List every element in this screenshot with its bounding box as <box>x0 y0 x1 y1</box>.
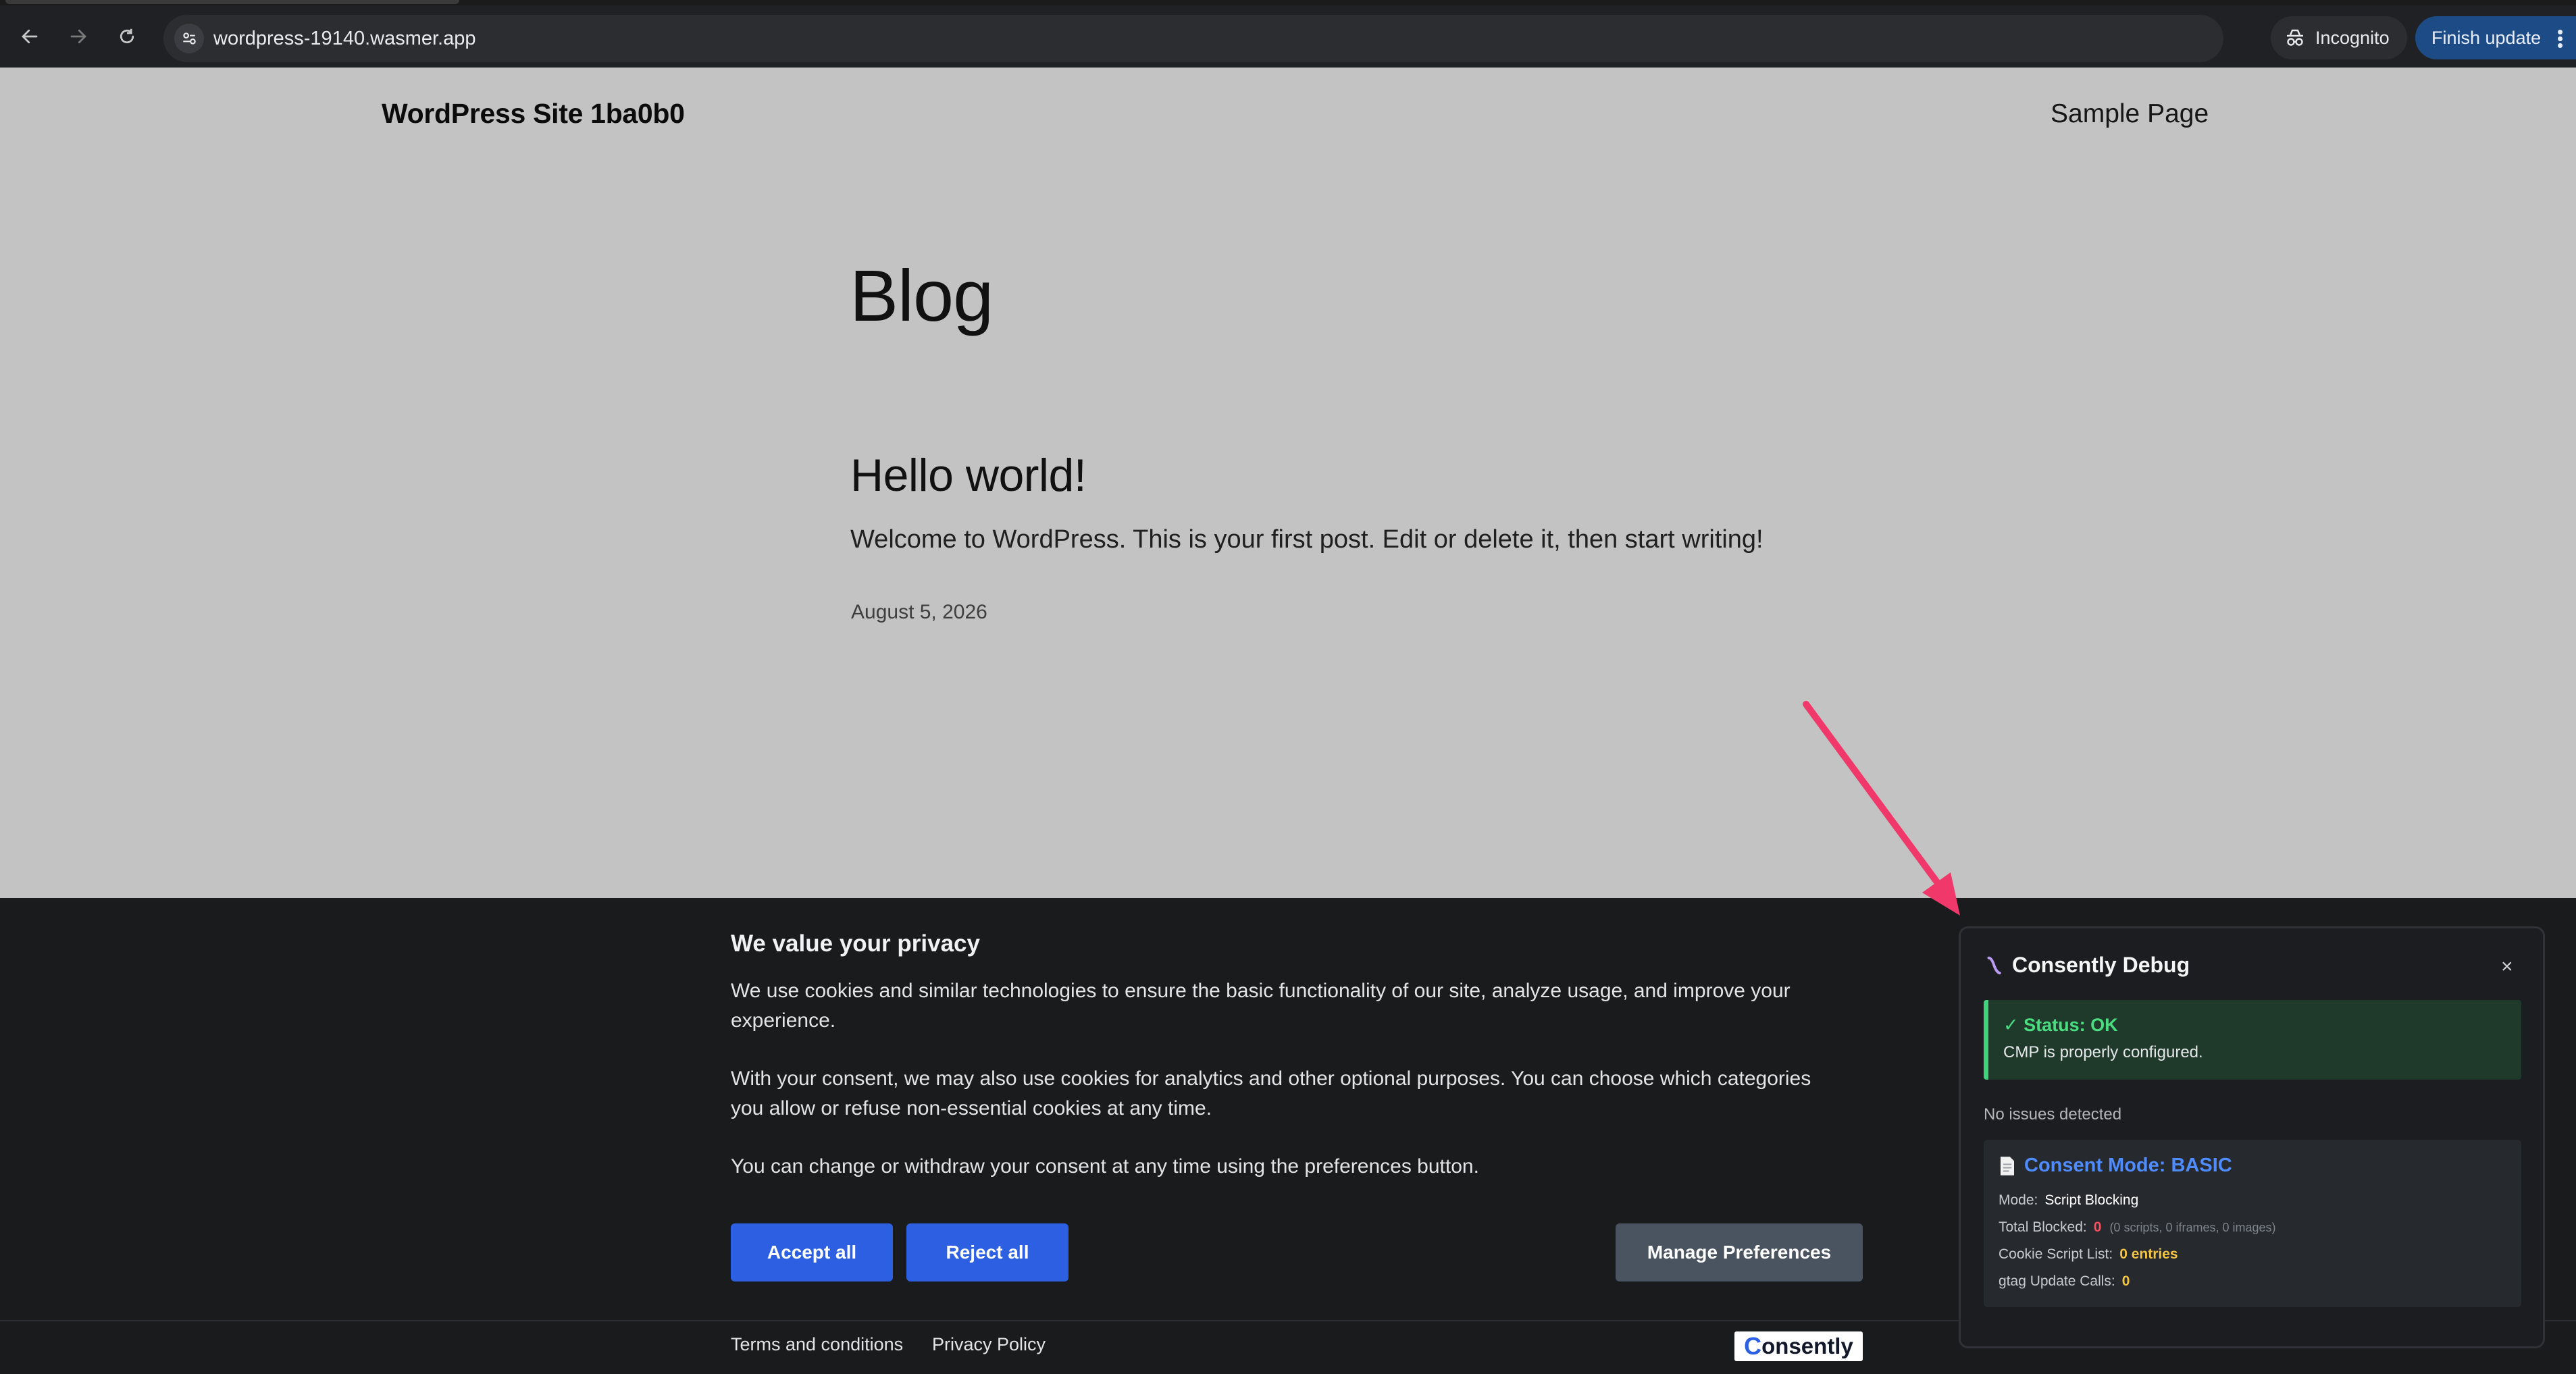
status-title: ✓ Status: OK <box>2003 1015 2118 1035</box>
consent-mode-box: Consent Mode: BASIC Mode: Script Blocking… <box>1984 1140 2521 1307</box>
post-date[interactable]: August 5, 2026 <box>851 601 987 624</box>
banner-paragraph-1: We use cookies and similar technologies … <box>731 980 1791 1032</box>
cookie-list-value: 0 entries <box>2119 1246 2178 1262</box>
gtag-row: gtag Update Calls: 0 <box>1999 1273 2130 1290</box>
tab-strip <box>0 0 2576 5</box>
gtag-value: 0 <box>2121 1273 2130 1289</box>
site-settings-button[interactable] <box>174 24 204 53</box>
reload-icon <box>120 28 134 44</box>
forward-arrow-icon <box>70 29 86 44</box>
post-excerpt: Welcome to WordPress. This is your first… <box>850 525 1763 554</box>
address-bar[interactable]: wordpress-19140.wasmer.app <box>163 15 2389 62</box>
total-blocked-detail: (0 scripts, 0 iframes, 0 images) <box>2109 1221 2276 1234</box>
manage-preferences-button[interactable]: Manage Preferences <box>1616 1223 1863 1281</box>
page-heading: Blog <box>850 255 994 336</box>
debug-title: Consently Debug <box>2012 953 2190 977</box>
mode-value: Script Blocking <box>2044 1192 2139 1208</box>
post-title[interactable]: Hello world! <box>850 449 1087 502</box>
total-blocked-value: 0 <box>2093 1219 2102 1235</box>
debug-title-row: Consently Debug <box>1984 953 2190 978</box>
url-text[interactable]: wordpress-19140.wasmer.app <box>213 28 475 50</box>
site-title[interactable]: WordPress Site 1ba0b0 <box>382 98 685 130</box>
issues-text: No issues detected <box>1984 1105 2122 1124</box>
nav-sample-page[interactable]: Sample Page <box>2051 99 2209 129</box>
consent-mode-title: Consent Mode: BASIC <box>2024 1155 2232 1176</box>
forward-button[interactable] <box>62 20 95 53</box>
privacy-policy-link[interactable]: Privacy Policy <box>932 1334 1046 1355</box>
status-box: ✓ Status: OK CMP is properly configured. <box>1984 1000 2521 1080</box>
consent-mode-title-row: Consent Mode: BASIC <box>1999 1155 2232 1177</box>
finish-update-label: Finish update <box>2431 27 2542 48</box>
total-blocked-row: Total Blocked: 0 (0 scripts, 0 iframes, 0 … <box>1999 1219 2276 1236</box>
reject-all-button[interactable]: Reject all <box>906 1223 1068 1281</box>
active-tab[interactable] <box>5 0 459 4</box>
terms-link[interactable]: Terms and conditions <box>731 1334 903 1355</box>
tune-icon <box>183 32 196 45</box>
finish-update-button[interactable]: Finish update <box>2415 16 2576 59</box>
gtag-label: gtag Update Calls: <box>1999 1273 2115 1289</box>
cookie-list-label: Cookie Script List: <box>1999 1246 2113 1262</box>
cookie-list-row: Cookie Script List: 0 entries <box>1999 1246 2178 1263</box>
consently-debug-panel: Consently Debug × ✓ Status: OK CMP is pr… <box>1959 926 2545 1348</box>
close-icon[interactable]: × <box>2501 955 2513 978</box>
incognito-icon <box>2287 29 2303 46</box>
debug-logo-icon <box>1987 956 2001 974</box>
incognito-indicator[interactable]: Incognito <box>2271 16 2407 59</box>
mode-row: Mode: Script Blocking <box>1999 1192 2138 1209</box>
banner-paragraph-3: You can change or withdraw your consent … <box>731 1155 1479 1178</box>
total-blocked-label: Total Blocked: <box>1999 1219 2087 1235</box>
consently-logo[interactable]: Consently <box>1734 1331 1863 1361</box>
mode-label: Mode: <box>1999 1192 2038 1208</box>
incognito-label: Incognito <box>2315 27 2390 48</box>
banner-title: We value your privacy <box>731 930 980 957</box>
reload-button[interactable] <box>111 20 143 53</box>
back-button[interactable] <box>14 20 46 53</box>
browser-toolbar: wordpress-19140.wasmer.app Incognito Fin… <box>0 5 2576 68</box>
accept-all-button[interactable]: Accept all <box>731 1223 893 1281</box>
browser-menu-icon[interactable]: • • • <box>2557 23 2563 54</box>
banner-paragraph-2: With your consent, we may also use cooki… <box>731 1067 1811 1119</box>
document-icon <box>2001 1156 2014 1175</box>
status-message: CMP is properly configured. <box>2003 1043 2203 1061</box>
back-arrow-icon <box>22 29 38 44</box>
